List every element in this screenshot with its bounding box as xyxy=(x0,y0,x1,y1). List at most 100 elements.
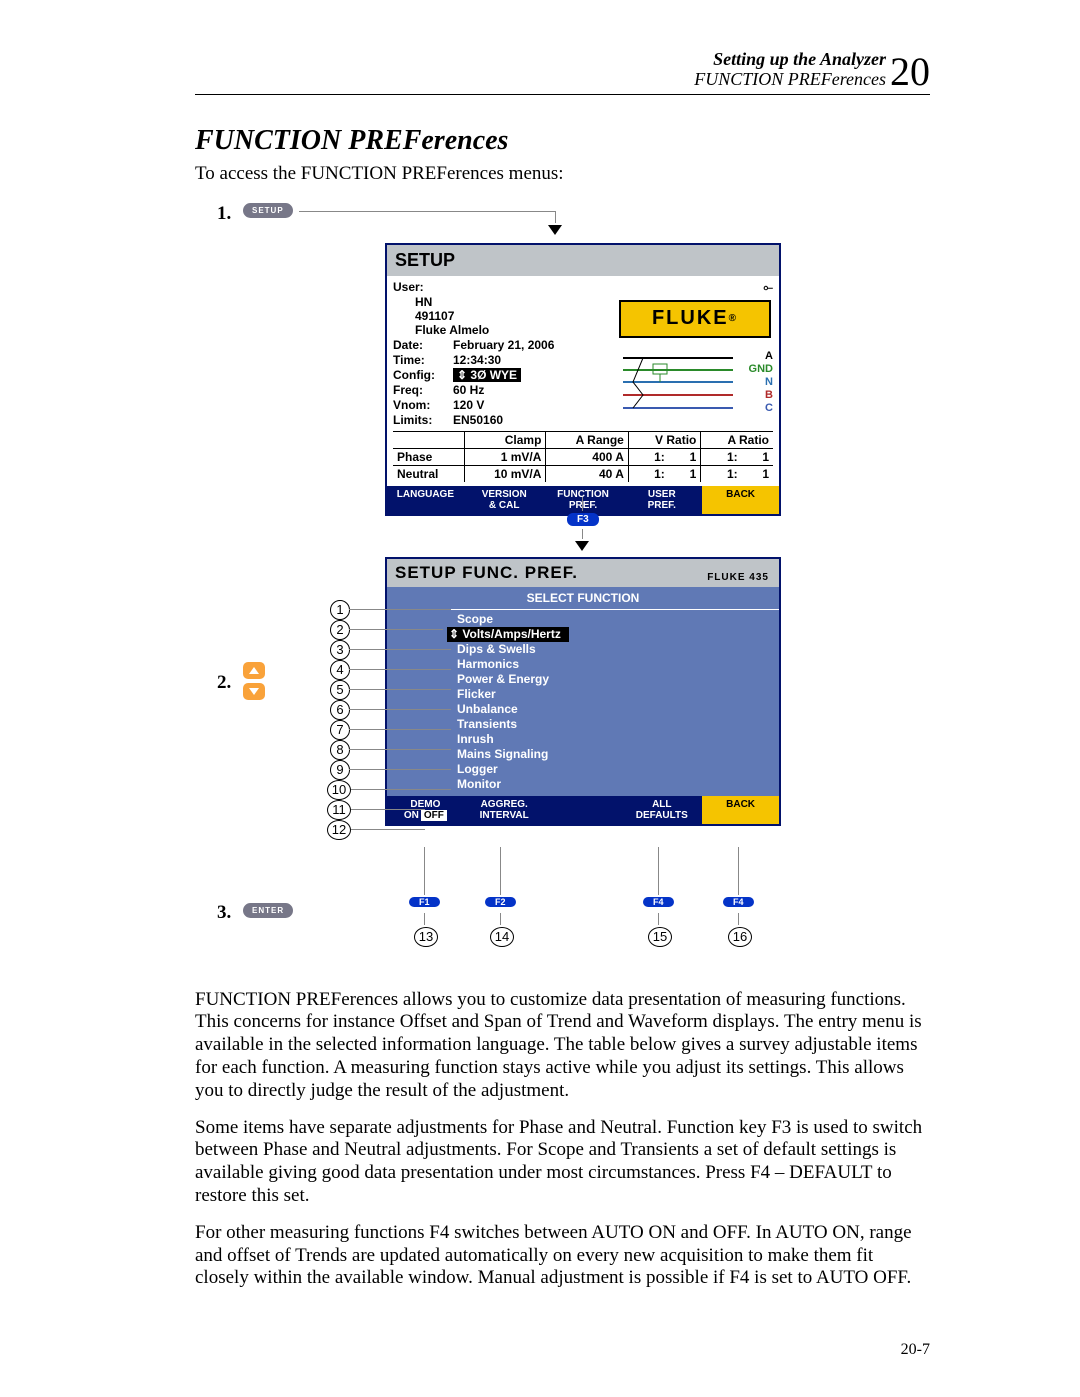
page-header: Setting up the Analyzer FUNCTION PREFere… xyxy=(195,50,930,95)
lbl-c: C xyxy=(765,402,773,414)
time-label: Time: xyxy=(393,353,453,367)
f4-key[interactable]: F4 xyxy=(643,897,674,907)
setup-softkeys: LANGUAGE VERSION & CAL FUNCTION PREF. US… xyxy=(387,486,779,514)
callout-2: 2 xyxy=(330,620,350,640)
connector-line xyxy=(582,497,583,511)
connector-line xyxy=(555,211,556,223)
vnom-value: 120 V xyxy=(453,398,484,412)
f4b-key[interactable]: F4 xyxy=(723,897,754,907)
intro-text: To access the FUNCTION PREFerences menus… xyxy=(195,163,930,185)
func-item-flicker[interactable]: Flicker xyxy=(457,687,779,702)
arrow-down-button[interactable] xyxy=(243,683,265,700)
callout-16: 16 xyxy=(728,927,752,947)
func-item-dips[interactable]: Dips & Swells xyxy=(457,642,779,657)
time-value: 12:34:30 xyxy=(453,353,501,367)
func-item-power[interactable]: Power & Energy xyxy=(457,672,779,687)
func-pref-model: FLUKE 435 xyxy=(707,572,769,583)
body-paragraph-3: For other measuring functions F4 switche… xyxy=(195,1222,930,1290)
softkey-function-pref[interactable]: FUNCTION PREF. xyxy=(545,486,624,514)
leader xyxy=(349,729,451,730)
f3-key[interactable]: F3 xyxy=(567,513,599,526)
func-item-transients[interactable]: Transients xyxy=(457,717,779,732)
callout-10: 10 xyxy=(327,780,351,800)
leader xyxy=(351,789,451,790)
func-item-vah[interactable]: ⇕ Volts/Amps/Hertz xyxy=(447,627,569,642)
softkey-empty xyxy=(545,796,624,824)
softkey-back[interactable]: BACK xyxy=(702,486,779,514)
table-row: Phase 1 mV/A 400 A 1: 1 1: 1 xyxy=(393,448,773,465)
callout-1: 1 xyxy=(330,600,350,620)
callout-15: 15 xyxy=(648,927,672,947)
callout-4: 4 xyxy=(330,660,350,680)
leader xyxy=(349,649,451,650)
connector-line xyxy=(582,529,583,539)
connector-line xyxy=(500,913,501,925)
enter-button[interactable]: ENTER xyxy=(243,903,293,918)
step-1-number: 1. xyxy=(217,203,231,225)
body-paragraph-1: FUNCTION PREFerences allows you to custo… xyxy=(195,989,930,1103)
radio-left-icon: ⟜ xyxy=(763,280,773,295)
step-area: 1. SETUP SETUP User: ⟜ HN 491107 Fluke A… xyxy=(195,197,930,977)
softkey-all-defaults[interactable]: ALL DEFAULTS xyxy=(623,796,702,824)
header-line2: FUNCTION PREFerences xyxy=(694,70,886,90)
callout-12: 12 xyxy=(327,820,351,840)
leader xyxy=(349,769,451,770)
callout-3: 3 xyxy=(330,640,350,660)
func-item-logger[interactable]: Logger xyxy=(457,762,779,777)
table-row: Neutral 10 mV/A 40 A 1: 1 1: 1 xyxy=(393,465,773,482)
func-pref-title: SETUP FUNC. PREF. xyxy=(395,563,578,583)
arrow-down-icon xyxy=(548,225,562,235)
callout-11: 11 xyxy=(327,800,351,820)
func-item-unbalance[interactable]: Unbalance xyxy=(457,702,779,717)
lbl-a: A xyxy=(765,350,773,362)
softkey-version-cal[interactable]: VERSION & CAL xyxy=(466,486,545,514)
f1-key[interactable]: F1 xyxy=(409,897,440,907)
lbl-b: B xyxy=(765,389,773,401)
leader xyxy=(349,629,443,630)
func-item-harmonics[interactable]: Harmonics xyxy=(457,657,779,672)
freq-label: Freq: xyxy=(393,383,453,397)
wye-diagram: A GND N B C xyxy=(613,348,773,418)
date-value: February 21, 2006 xyxy=(453,338,554,352)
func-item-scope[interactable]: Scope xyxy=(457,612,779,627)
leader xyxy=(349,669,451,670)
callout-6: 6 xyxy=(330,700,350,720)
softkey-back-2[interactable]: BACK xyxy=(702,796,779,824)
leader xyxy=(351,809,425,810)
body-paragraph-2: Some items have separate adjustments for… xyxy=(195,1117,930,1208)
softkey-aggreg[interactable]: AGGREG. INTERVAL xyxy=(466,796,545,824)
leader xyxy=(349,749,451,750)
connector-line xyxy=(299,211,556,212)
lbl-n: N xyxy=(765,376,773,388)
connector-line xyxy=(738,913,739,925)
freq-value: 60 Hz xyxy=(453,383,484,397)
limits-label: Limits: xyxy=(393,413,453,427)
callout-9: 9 xyxy=(330,760,350,780)
connector-line xyxy=(658,847,659,895)
arrow-up-button[interactable] xyxy=(243,662,265,679)
config-label: Config: xyxy=(393,368,453,382)
clamp-table: Clamp A Range V Ratio A Ratio Phase 1 mV… xyxy=(393,431,773,482)
callout-8: 8 xyxy=(330,740,350,760)
func-pref-screen: SETUP FUNC. PREF. FLUKE 435 SELECT FUNCT… xyxy=(385,557,781,826)
chapter-number: 20 xyxy=(890,54,930,90)
connector-line xyxy=(424,913,425,925)
func-item-monitor[interactable]: Monitor xyxy=(457,777,779,792)
func-item-mains[interactable]: Mains Signaling xyxy=(457,747,779,762)
leader xyxy=(349,689,451,690)
lbl-gnd: GND xyxy=(749,363,773,375)
softkey-demo[interactable]: DEMO ONOFF xyxy=(387,796,466,824)
softkey-user-pref[interactable]: USER PREF. xyxy=(623,486,702,514)
f2-key[interactable]: F2 xyxy=(485,897,516,907)
softkey-language[interactable]: LANGUAGE xyxy=(387,486,466,514)
connector-line xyxy=(424,847,425,895)
func-item-inrush[interactable]: Inrush xyxy=(457,732,779,747)
fluke-logo: FLUKE® xyxy=(619,300,771,338)
page-footer: 20-7 xyxy=(901,1341,930,1359)
config-value[interactable]: ⇕ 3Ø WYE xyxy=(453,368,521,382)
callout-5: 5 xyxy=(330,680,350,700)
leader xyxy=(351,829,425,830)
func-pref-softkeys: DEMO ONOFF AGGREG. INTERVAL ALL DEFAULTS… xyxy=(387,796,779,824)
connector-line xyxy=(738,847,739,895)
setup-button[interactable]: SETUP xyxy=(243,203,293,218)
